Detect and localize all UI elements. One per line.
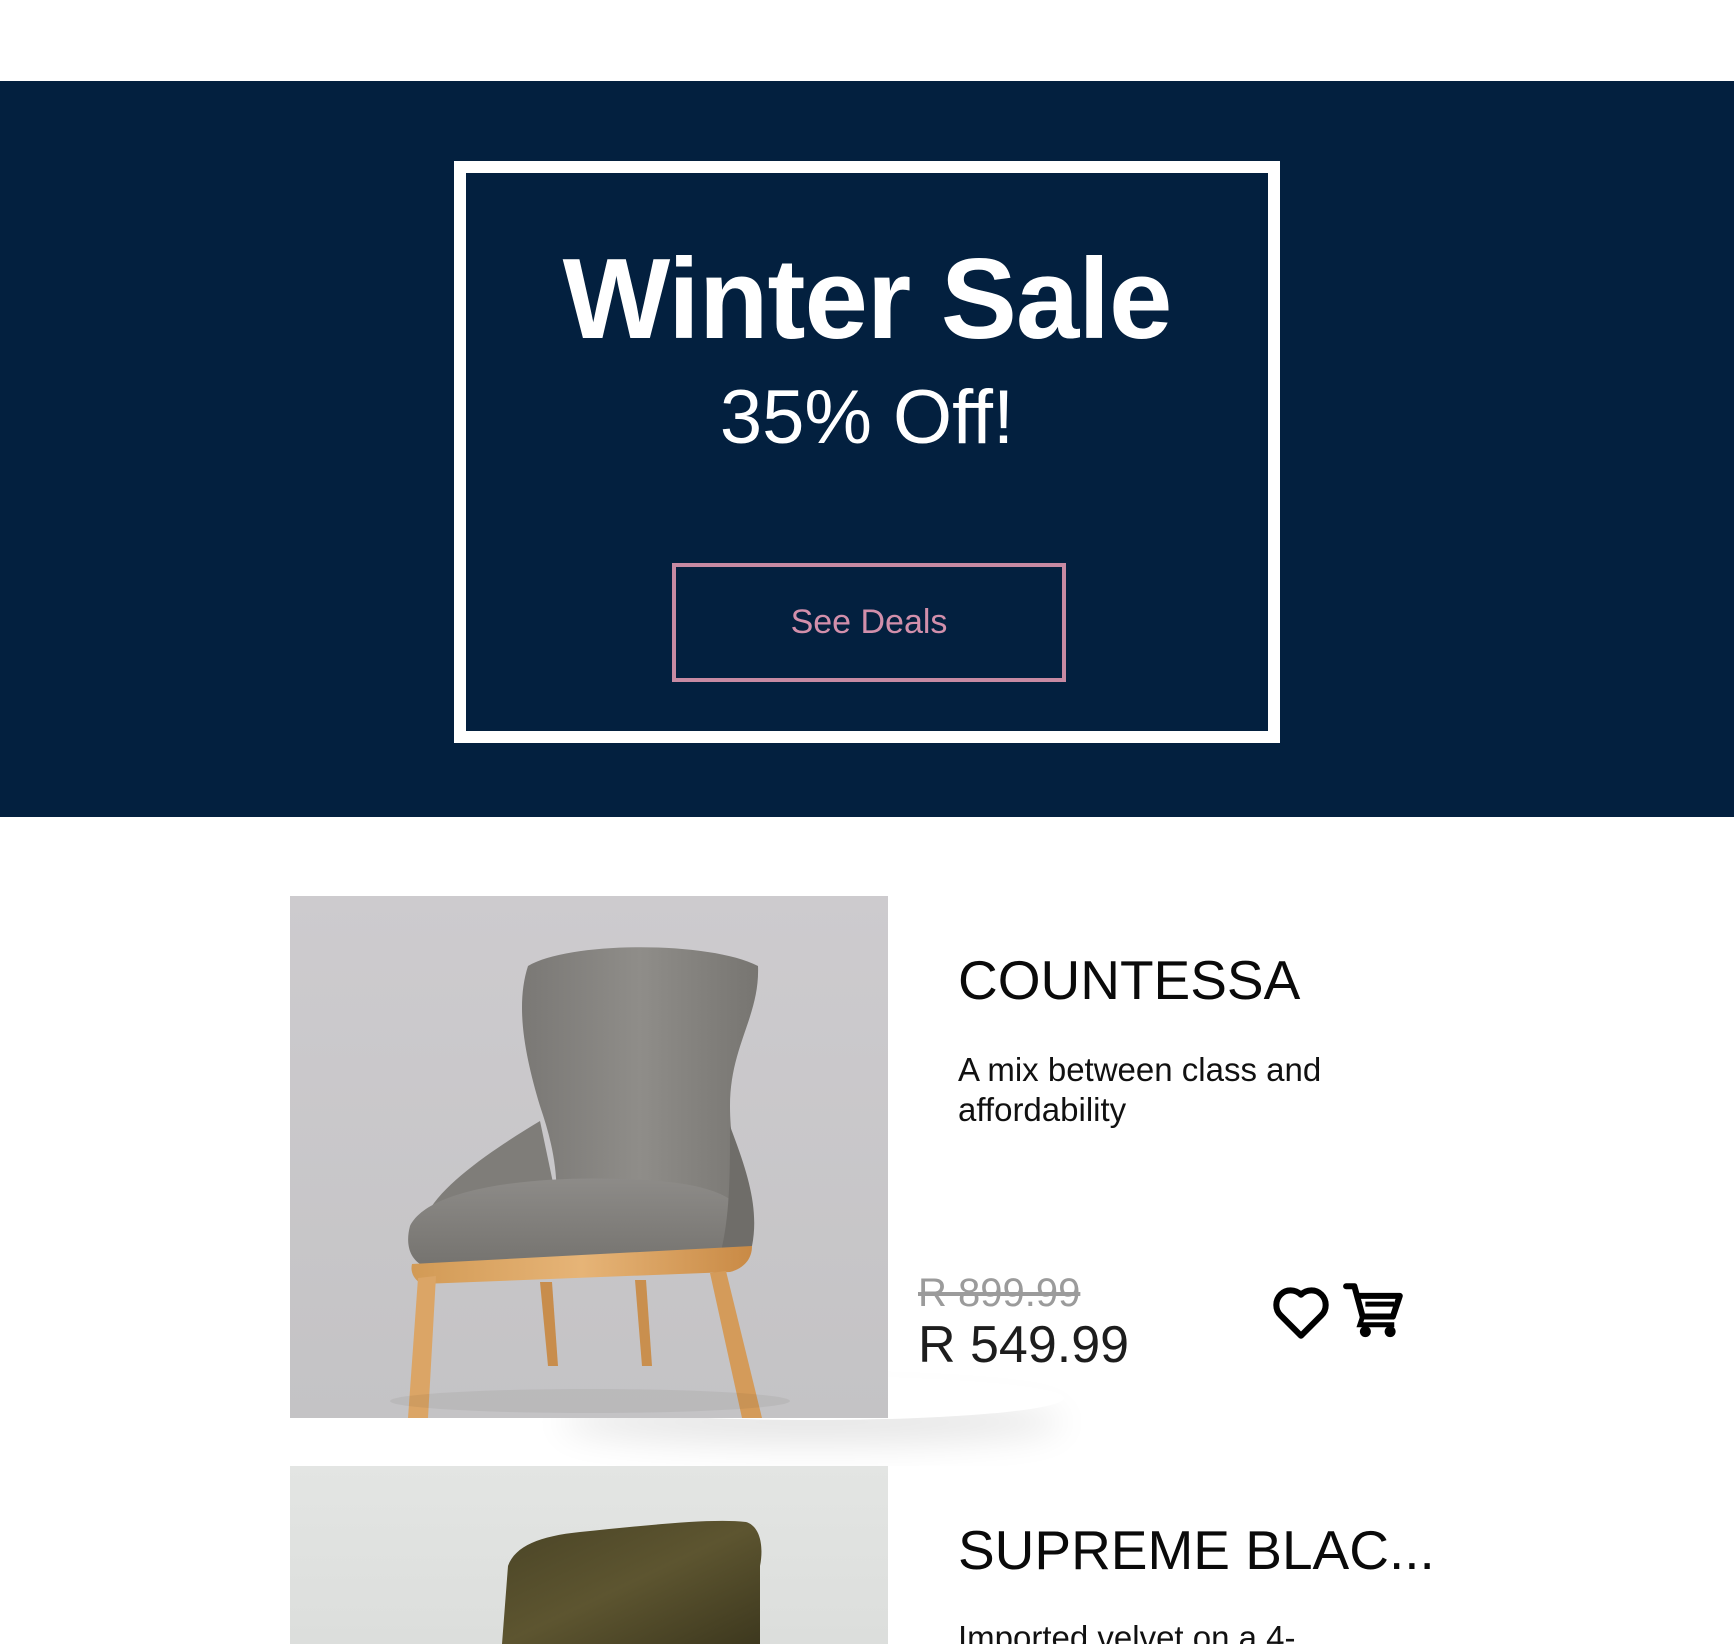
see-deals-button[interactable]: See Deals: [672, 563, 1066, 682]
hero-frame: Winter Sale 35% Off! See Deals: [454, 161, 1280, 743]
heart-icon[interactable]: [1268, 1278, 1334, 1344]
product-description: A mix between class and affordability: [958, 1051, 1322, 1128]
hero-banner: Winter Sale 35% Off! See Deals: [0, 81, 1734, 817]
product-card[interactable]: SUPREME BLAC... Imported velvet on a 4-p…: [290, 1466, 1444, 1644]
hero-subtitle: 35% Off!: [719, 375, 1015, 460]
product-actions: [1268, 1278, 1408, 1344]
product-info: COUNTESSA A mix between class and afford…: [888, 896, 1444, 1418]
product-info: SUPREME BLAC... Imported velvet on a 4-p…: [888, 1466, 1444, 1644]
product-title[interactable]: SUPREME BLAC...: [958, 1518, 1435, 1582]
sale-price: R 549.99: [918, 1316, 1130, 1374]
product-description: Imported velvet on a 4-pillar: [958, 1619, 1296, 1644]
hero-title: Winter Sale: [562, 236, 1173, 363]
velvet-chair-image: [290, 1466, 888, 1644]
product-title[interactable]: COUNTESSA: [958, 948, 1300, 1012]
grey-chair-image: [290, 896, 888, 1418]
product-card[interactable]: COUNTESSA A mix between class and afford…: [290, 896, 1444, 1418]
original-price: R 899.99: [918, 1271, 1081, 1315]
product-image[interactable]: [290, 896, 888, 1418]
cart-icon[interactable]: [1342, 1278, 1408, 1344]
product-image[interactable]: [290, 1466, 888, 1644]
